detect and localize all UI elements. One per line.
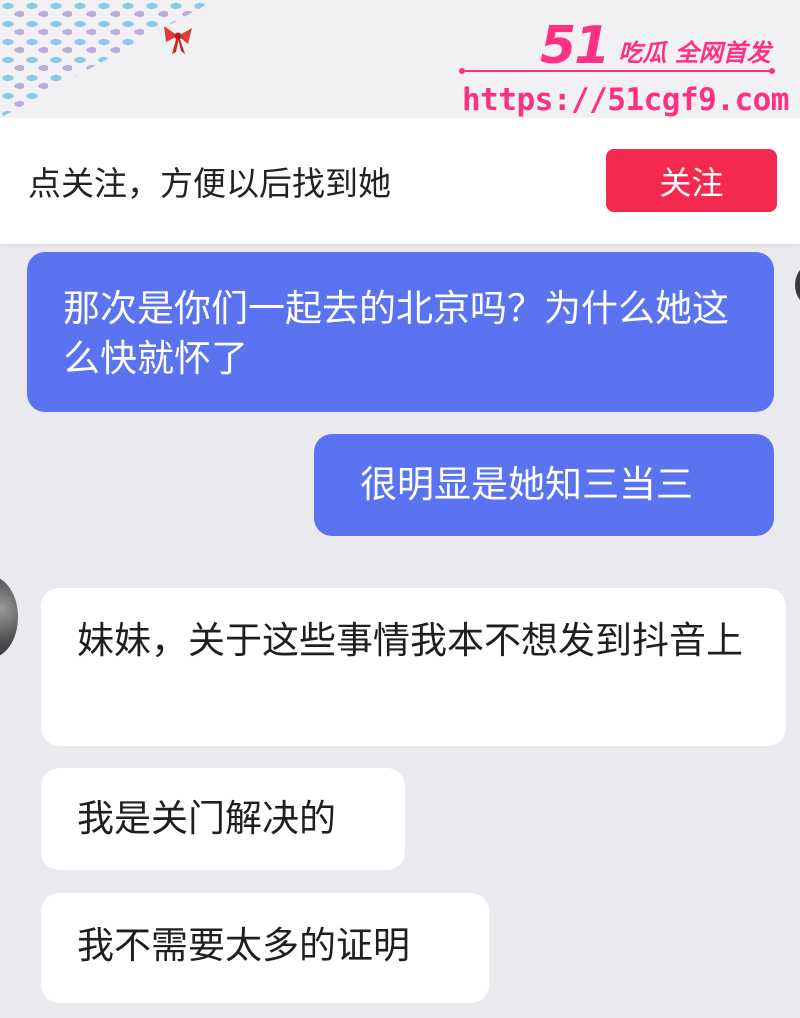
watermark-url: https://51cgf9.com [462,82,789,118]
watermark-divider-line [459,68,775,74]
watermark-tagline: 吃瓜 全网首发 [618,39,771,67]
ribbon-bow-icon [164,26,192,54]
watermark-logo-number: 51 [540,16,610,76]
chat-bubble-received[interactable]: 我是关门解决的 [41,768,405,870]
watermark-logo: 51 吃瓜 全网首发 [540,10,771,72]
chat-bubble-received[interactable]: 我不需要太多的证明 [41,893,489,1003]
follow-button[interactable]: 关注 [606,149,777,212]
chat-bubble-sent[interactable]: 很明显是她知三当三 [314,434,774,536]
chat-bubble-received[interactable]: 妹妹，关于这些事情我本不想发到抖音上 [41,588,786,746]
receiver-avatar[interactable] [0,576,18,658]
chat-bubble-sent[interactable]: 那次是你们一起去的北京吗？为什么她这么快就怀了 [27,252,774,412]
follow-prompt-text: 点关注，方便以后找到她 [28,164,391,203]
sender-avatar[interactable] [795,262,800,308]
